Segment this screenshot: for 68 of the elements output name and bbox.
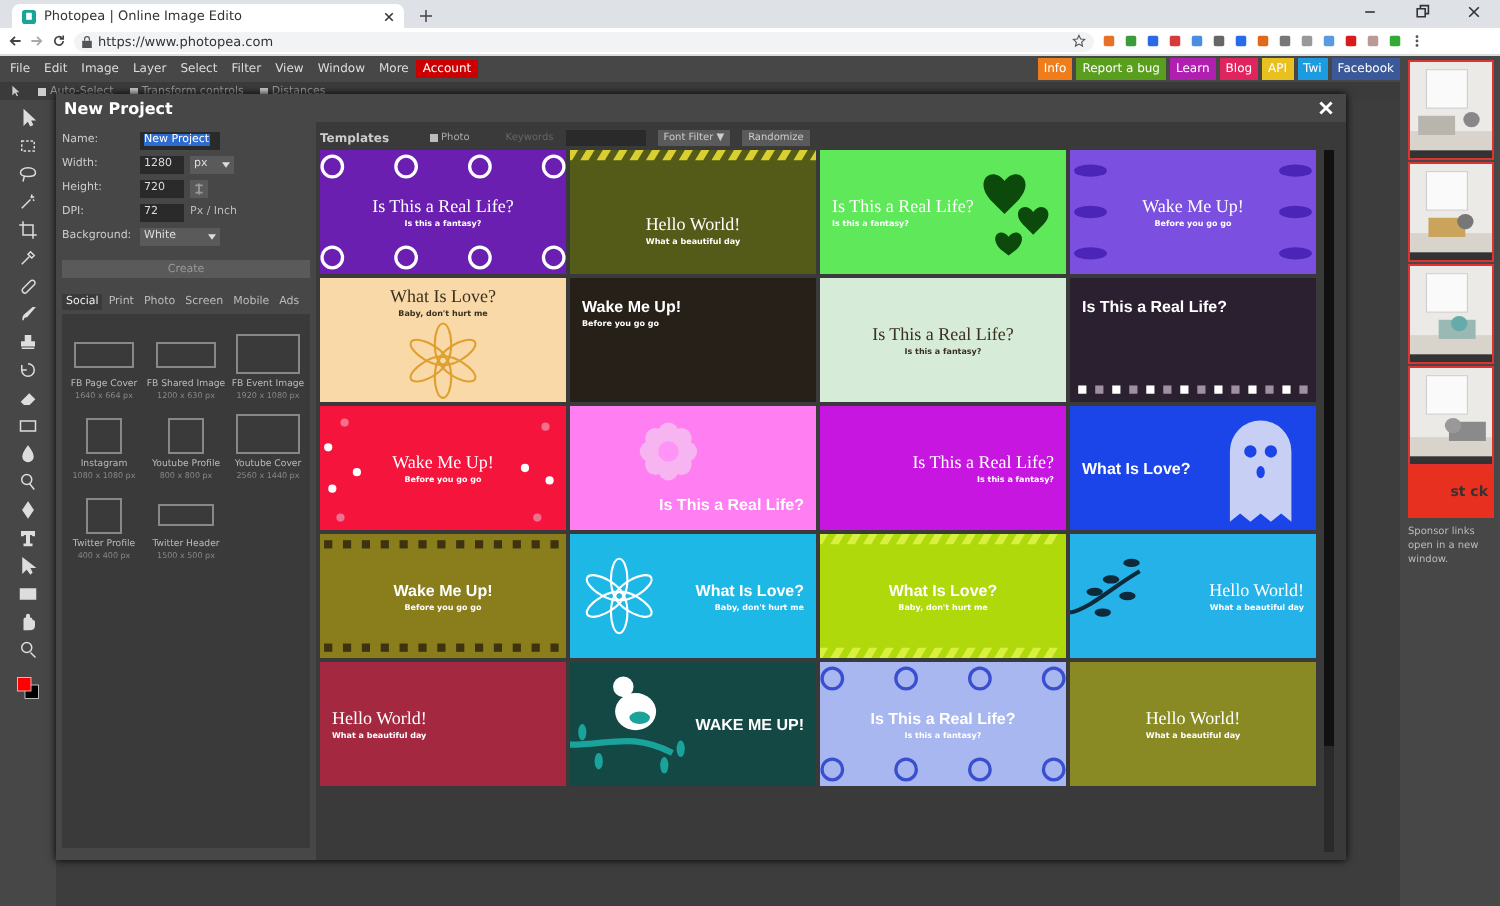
card-title: Is This a Real Life? xyxy=(870,709,1016,727)
frame-icon[interactable] xyxy=(236,414,300,454)
card-title: Is This a Real Life? xyxy=(832,196,974,216)
path-select-icon[interactable] xyxy=(18,556,38,576)
type-tool-icon[interactable] xyxy=(18,528,38,548)
frame-icon[interactable] xyxy=(236,334,300,374)
frame-icon[interactable] xyxy=(168,418,204,454)
template-card[interactable]: What Is Love? xyxy=(1070,406,1316,530)
template-card[interactable]: Is This a Real Life? xyxy=(1070,278,1316,402)
frame-icon[interactable] xyxy=(74,342,134,368)
caret-icon xyxy=(208,233,216,239)
branch-drawing xyxy=(1070,558,1141,617)
color-swatches[interactable] xyxy=(16,676,40,700)
frame-icon[interactable] xyxy=(86,498,122,534)
card-title: Wake Me Up! xyxy=(1142,196,1244,216)
card-title: What Is Love? xyxy=(888,581,998,599)
template-card[interactable]: WAKE ME UP! xyxy=(570,662,816,786)
reload-icon[interactable] xyxy=(52,34,66,48)
lock-icon xyxy=(82,35,92,47)
drop-icon[interactable] xyxy=(18,444,38,464)
dialog-title: New Project xyxy=(64,99,173,117)
heart-drawing xyxy=(983,174,1049,256)
card-title: Is This a Real Life? xyxy=(872,324,1014,344)
lasso-icon[interactable] xyxy=(18,164,38,184)
brush-icon[interactable] xyxy=(18,304,38,324)
flower-drawing xyxy=(639,422,698,481)
link-icon[interactable] xyxy=(190,179,208,197)
back-icon[interactable] xyxy=(8,34,22,48)
card-title: Wake Me Up! xyxy=(392,452,494,472)
flower-drawing xyxy=(585,557,653,635)
card-title: What Is Love? xyxy=(390,286,496,306)
flower-drawing xyxy=(409,322,477,399)
card-title: Hello World! xyxy=(332,708,427,728)
frame-icon[interactable] xyxy=(158,504,214,526)
history-icon[interactable] xyxy=(18,360,38,380)
new-tab-icon[interactable] xyxy=(420,10,432,22)
card-title: Hello World! xyxy=(645,214,741,234)
card-title: Is This a Real Life? xyxy=(912,452,1054,472)
menu-icon[interactable] xyxy=(1410,34,1424,48)
rectangle-icon[interactable] xyxy=(18,584,38,604)
caret-icon xyxy=(222,161,230,167)
card-title: What Is Love? xyxy=(1082,459,1191,477)
close-icon[interactable] xyxy=(1466,3,1482,19)
card-title: Is This a Real Life? xyxy=(372,196,514,216)
card-title: Is This a Real Life? xyxy=(659,496,804,514)
zoom-icon[interactable] xyxy=(18,640,38,660)
bird-drawing xyxy=(570,676,685,774)
crop-icon[interactable] xyxy=(18,220,38,240)
frame-icon[interactable] xyxy=(156,342,216,368)
ghost-drawing xyxy=(1229,420,1292,522)
eraser-icon[interactable] xyxy=(18,388,38,408)
frame-icon[interactable] xyxy=(86,418,122,454)
card-title: WAKE ME UP! xyxy=(695,715,804,733)
card-title: Is This a Real Life? xyxy=(1082,298,1227,316)
hand-icon[interactable] xyxy=(18,612,38,632)
card-title: Wake Me Up! xyxy=(582,298,681,316)
card-title: Hello World! xyxy=(1209,580,1304,600)
scrollbar[interactable] xyxy=(1324,150,1334,852)
app-icon xyxy=(22,9,36,23)
maximize-icon[interactable] xyxy=(1414,3,1430,19)
card-title: Wake Me Up! xyxy=(393,581,493,599)
wand-icon[interactable] xyxy=(18,192,38,212)
card-title: What Is Love? xyxy=(695,581,804,599)
close-icon[interactable] xyxy=(384,11,394,21)
marquee-icon[interactable] xyxy=(18,136,38,156)
stamp-icon[interactable] xyxy=(18,332,38,352)
star-icon[interactable] xyxy=(1072,34,1086,48)
card-title: Hello World! xyxy=(1145,708,1241,728)
